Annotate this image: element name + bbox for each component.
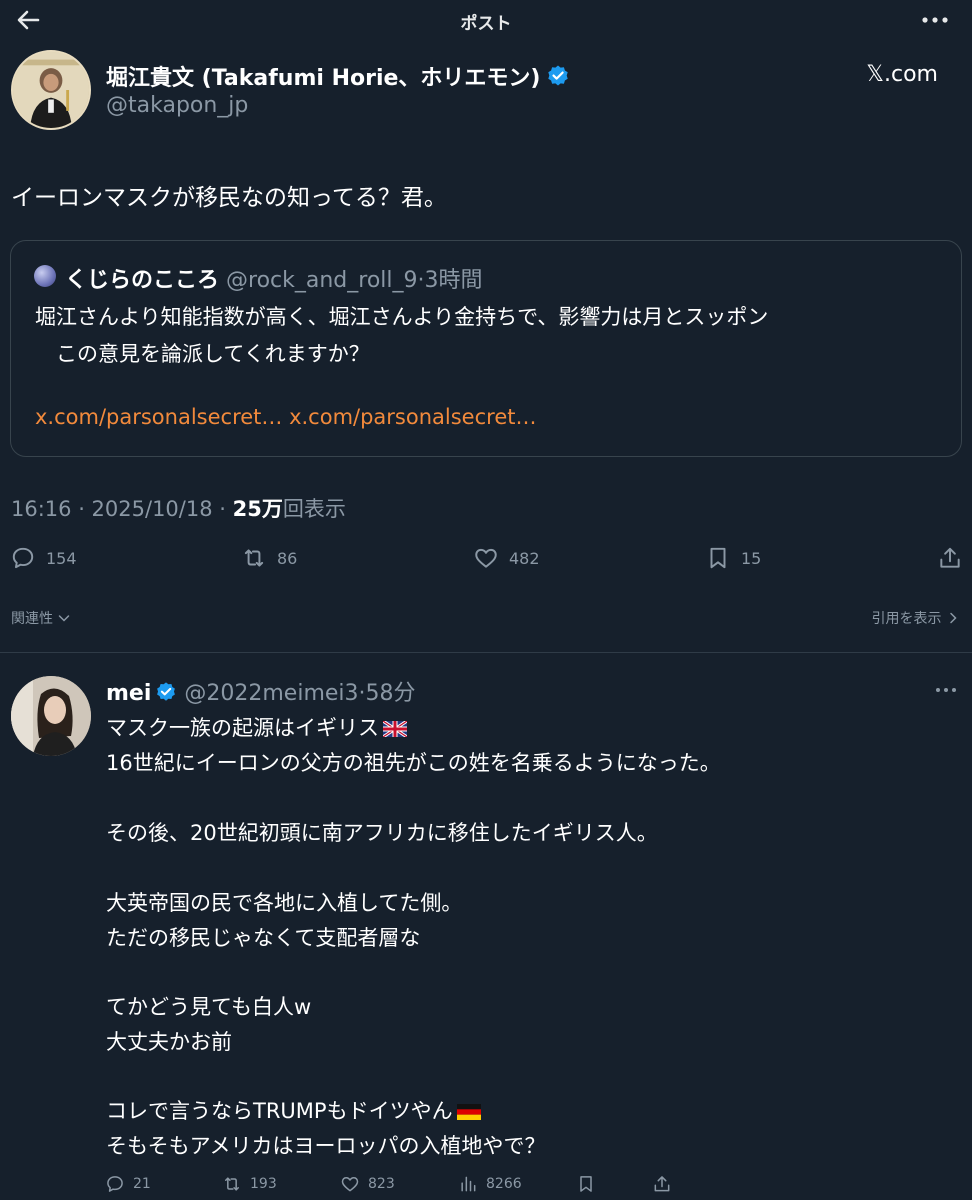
verified-badge-icon (157, 682, 176, 701)
reply-repost-button[interactable]: 193 (222, 1170, 277, 1198)
repost-button[interactable]: 86 (241, 540, 297, 576)
reply-text-line: そもそもアメリカはヨーロッパの入植地やで？ (106, 1134, 546, 1158)
author-name-row[interactable]: 堀江貴文 (Takafumi Horie、ホリエモン) (106, 60, 570, 92)
reply-text-line: 大英帝国の民で各地に入植してた側。 (106, 891, 463, 915)
view-label: 回表示 (282, 497, 346, 521)
reply-header: mei @2022meimei3·58分 (106, 675, 416, 707)
bookmark-icon (710, 547, 726, 569)
more-icon (936, 688, 956, 692)
reply-reply-button[interactable]: 21 (105, 1170, 151, 1198)
reply-author-name[interactable]: mei (106, 681, 151, 706)
bookmark-button[interactable]: 15 (705, 540, 761, 576)
reply-views-button[interactable]: 8266 (458, 1170, 522, 1198)
like-button[interactable]: 482 (473, 540, 540, 576)
reply-avatar-image (11, 676, 91, 756)
reply-icon (12, 547, 34, 569)
quoted-author-name: くじらのこころ (65, 268, 220, 293)
sort-dropdown[interactable]: 関連性 (11, 608, 71, 628)
views-icon (461, 1176, 476, 1192)
reply-action-bar: 21 193 823 8266 (0, 1170, 972, 1198)
quoted-author-meta: @rock_and_roll_9·3時間 (219, 268, 483, 293)
like-icon (341, 1177, 359, 1192)
reply-text-line: ただの移民じゃなくて支配者層な (106, 926, 421, 950)
bookmark-count: 15 (741, 548, 762, 568)
reply-like-button[interactable]: 823 (340, 1170, 395, 1198)
verified-badge-icon (548, 65, 569, 86)
share-icon (654, 1176, 670, 1192)
reply-text-line: マスク一族の起源はイギリス (106, 712, 407, 742)
author-handle[interactable]: @takapon_jp (106, 93, 248, 118)
reply-button[interactable]: 154 (10, 540, 77, 576)
chevron-right-icon (950, 612, 957, 624)
reply-text-line: コレで言うならTRUMPもドイツやん (106, 1095, 481, 1125)
view-quotes-label: 引用を表示 (871, 611, 942, 627)
uk-flag-icon (383, 721, 407, 737)
reply-text-line-8: コレで言うならTRUMPもドイツやん (106, 1099, 453, 1123)
section-divider (0, 652, 972, 653)
quoted-links[interactable]: x.com/parsonalsecret… x.com/parsonalsecr… (35, 405, 536, 429)
reply-text-line: てかどう見ても白人w (106, 995, 312, 1019)
post-meta: 16:16 · 2025/10/18 · 25万回表示 (11, 493, 346, 523)
share-icon (940, 547, 960, 568)
page-title: ポスト (460, 14, 512, 34)
germany-flag-icon (456, 1104, 481, 1120)
view-count: 25万 (232, 497, 283, 521)
reply-text-line: 16世紀にイーロンの父方の祖先がこの姓を名乗るようになった。 (106, 751, 721, 775)
reply-count: 154 (46, 548, 77, 568)
quoted-text-line: 堀江さんより知能指数が高く、堀江さんより金持ちで、影響力は月とスッポン (35, 305, 769, 329)
reply-like-count: 823 (368, 1176, 395, 1192)
reply-view-count: 8266 (486, 1176, 522, 1192)
repost-icon (244, 549, 264, 567)
quoted-post-card[interactable]: くじらのこころ @rock_and_roll_9·3時間 堀江さんより知能指数が… (10, 240, 962, 457)
reply-more-button[interactable] (932, 680, 960, 700)
author-avatar[interactable] (11, 50, 91, 130)
quoted-post-header: くじらのこころ @rock_and_roll_9·3時間 (65, 262, 483, 294)
reply-reply-count: 21 (133, 1176, 151, 1192)
more-icon (922, 17, 948, 23)
reply-text-line: 大丈夫かお前 (106, 1030, 232, 1054)
like-count: 482 (509, 548, 540, 568)
post-text: イーロンマスクが移民なの知ってる？君。 (11, 185, 447, 211)
post-timestamp[interactable]: 16:16 · 2025/10/18 · (11, 497, 233, 521)
reply-repost-count: 193 (250, 1176, 277, 1192)
sort-label: 関連性 (11, 611, 53, 627)
like-icon (475, 548, 497, 568)
repost-icon (225, 1177, 239, 1191)
quoted-text-line: この意見を論派してくれますか？ (35, 342, 370, 366)
view-quotes-link[interactable]: 引用を表示 (872, 608, 960, 628)
author-name[interactable]: 堀江貴文 (Takafumi Horie、ホリエモン) (106, 66, 540, 91)
brand-label: 𝕏.com (866, 62, 938, 87)
post-action-bar: 154 86 482 15 (0, 540, 972, 576)
avatar-image (13, 52, 89, 128)
reply-icon (107, 1176, 123, 1192)
share-button[interactable] (937, 540, 972, 576)
reply-text-line: その後、20世紀初頭に南アフリカに移住したイギリス人。 (106, 821, 658, 845)
repost-count: 86 (277, 548, 298, 568)
top-bar: ポスト (0, 0, 972, 40)
quoted-author-avatar (34, 265, 56, 287)
reply-bookmark-button[interactable] (576, 1170, 604, 1198)
bookmark-icon (580, 1176, 592, 1192)
reply-author-meta[interactable]: @2022meimei3·58分 (177, 681, 415, 706)
reply-author-avatar[interactable] (11, 676, 91, 756)
reply-share-button[interactable] (652, 1170, 680, 1198)
more-options-button[interactable] (920, 6, 950, 34)
chevron-down-icon (59, 615, 70, 622)
reply-text-line-1: マスク一族の起源はイギリス (106, 716, 379, 740)
